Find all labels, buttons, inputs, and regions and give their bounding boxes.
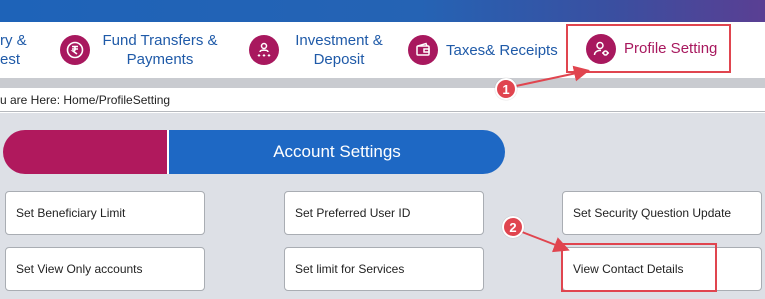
annotation-marker-2: 2 xyxy=(502,216,524,238)
nav-divider-strip xyxy=(0,78,765,88)
top-banner xyxy=(0,0,765,22)
tab-account-settings[interactable]: Account Settings xyxy=(169,130,505,174)
nav-item-inquiry-label: ry & est xyxy=(0,31,27,69)
nav-label-line1: ry & xyxy=(0,32,27,49)
main-navigation: ry & est Fund Transfers & Payments Inves… xyxy=(0,22,765,78)
nav-item-taxes-receipts[interactable]: Taxes& Receipts xyxy=(408,22,558,78)
rupee-transfer-icon xyxy=(60,35,90,65)
set-view-only-accounts-button[interactable]: Set View Only accounts xyxy=(5,247,205,291)
breadcrumb: u are Here: Home/ProfileSetting xyxy=(0,88,765,112)
nav-label-line1: Investment & xyxy=(295,32,383,49)
main-content: Account Settings Set Beneficiary Limit S… xyxy=(0,113,765,299)
nav-item-inquiry[interactable]: ry & est xyxy=(0,22,27,78)
nav-item-profile-setting-label: Profile Setting xyxy=(624,40,718,57)
set-preferred-user-id-button[interactable]: Set Preferred User ID xyxy=(284,191,484,235)
set-beneficiary-limit-button[interactable]: Set Beneficiary Limit xyxy=(5,191,205,235)
nav-item-fund-transfers-label: Fund Transfers & Payments xyxy=(100,31,220,69)
profile-settings-icon xyxy=(586,33,616,64)
nav-label-line2: Payments xyxy=(126,51,194,68)
settings-tab-bar: Account Settings xyxy=(3,130,505,174)
annotation-marker-1: 1 xyxy=(495,78,517,100)
nav-label-line2: est xyxy=(0,51,21,68)
tab-inactive[interactable] xyxy=(3,130,167,174)
set-limit-for-services-button[interactable]: Set limit for Services xyxy=(284,247,484,291)
investment-people-icon xyxy=(249,35,279,65)
view-contact-details-button[interactable]: View Contact Details xyxy=(562,247,762,291)
nav-item-taxes-receipts-label: Taxes& Receipts xyxy=(446,41,558,59)
nav-item-profile-setting[interactable]: Profile Setting xyxy=(566,24,731,73)
nav-label-line1: Fund Transfers & xyxy=(102,32,218,49)
nav-item-investment-label: Investment & Deposit xyxy=(289,31,389,69)
nav-item-fund-transfers[interactable]: Fund Transfers & Payments xyxy=(60,22,220,78)
wallet-icon xyxy=(408,35,438,65)
nav-item-investment[interactable]: Investment & Deposit xyxy=(249,22,389,78)
nav-label-line2: Deposit xyxy=(313,51,365,68)
set-security-question-update-button[interactable]: Set Security Question Update xyxy=(562,191,762,235)
